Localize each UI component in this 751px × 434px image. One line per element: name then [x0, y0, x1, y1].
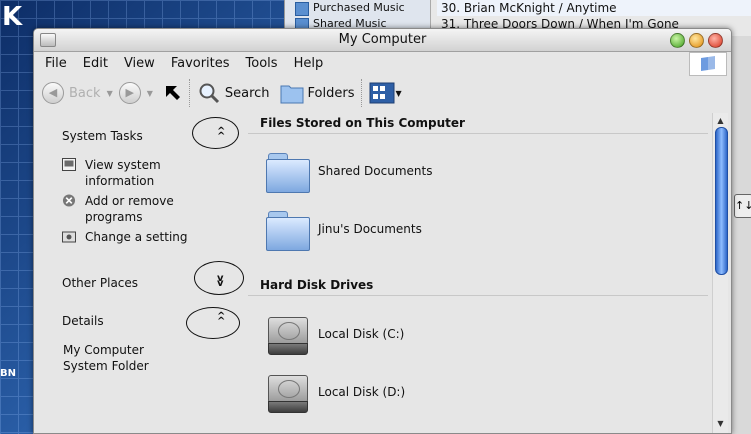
menu-favorites[interactable]: Favorites: [170, 56, 237, 71]
track-row[interactable]: 30. Brian McKnight / Anytime: [437, 0, 751, 16]
hard-disk-icon: [266, 371, 310, 413]
search-button[interactable]: Search: [197, 81, 270, 105]
disk-local-d[interactable]: Local Disk (D:): [266, 371, 405, 413]
toolbar: ◀ Back ▼ ▶ ▼ Search Folders ▼: [34, 74, 731, 112]
up-folder-button[interactable]: [163, 83, 183, 103]
details-name: My Computer: [63, 343, 144, 357]
scroll-thumb[interactable]: [715, 127, 728, 275]
desktop-corner-glyph: K: [2, 2, 23, 32]
folder-shared-documents[interactable]: Shared Documents: [266, 151, 432, 193]
forward-button[interactable]: ▶: [118, 82, 141, 104]
details-header[interactable]: Details: [62, 314, 104, 328]
vertical-scrollbar[interactable]: ▲ ▼: [712, 113, 728, 433]
back-arrow-icon: ◀: [42, 82, 64, 104]
control-panel-icon: [62, 231, 76, 243]
system-info-icon: [62, 158, 76, 171]
menu-file[interactable]: File: [44, 56, 74, 71]
disks-group-header: Hard Disk Drives: [260, 278, 374, 292]
up-arrow-icon: [165, 86, 180, 100]
views-dropdown-icon: ▼: [395, 88, 402, 98]
close-button[interactable]: [708, 33, 723, 48]
folders-button[interactable]: Folders: [280, 82, 355, 104]
hard-disk-icon: [266, 313, 310, 355]
forward-dropdown-icon[interactable]: ▼: [147, 89, 153, 98]
source-item-purchased[interactable]: Purchased Music: [285, 0, 430, 16]
windows-logo-icon: [689, 52, 727, 76]
hand-drawn-circle: [192, 117, 239, 149]
back-dropdown-icon[interactable]: ▼: [107, 89, 113, 98]
content-area: System Tasks ^ ^ View system information …: [34, 113, 731, 433]
task-add-remove-programs[interactable]: Add or remove programs: [62, 193, 225, 225]
scroll-down-icon[interactable]: ▼: [715, 418, 726, 429]
menu-help[interactable]: Help: [293, 56, 331, 71]
hand-drawn-circle: [194, 261, 244, 295]
folder-icon: [280, 85, 304, 104]
task-pane: System Tasks ^ ^ View system information …: [34, 113, 248, 433]
back-button[interactable]: ◀ Back: [42, 82, 101, 104]
background-sort-button[interactable]: ↑↓: [734, 194, 751, 218]
add-remove-icon: [62, 194, 76, 207]
task-view-system-info[interactable]: View system information: [62, 157, 225, 189]
menu-edit[interactable]: Edit: [82, 56, 115, 71]
task-change-setting[interactable]: Change a setting: [62, 229, 225, 245]
system-tasks-header[interactable]: System Tasks: [62, 129, 143, 143]
music-folder-icon: [295, 2, 309, 16]
views-button[interactable]: ▼: [369, 82, 402, 104]
file-view: Files Stored on This Computer Shared Doc…: [248, 113, 712, 433]
window-title: My Computer: [338, 32, 427, 47]
background-app-edge: [730, 36, 751, 434]
group-divider: [248, 295, 708, 296]
minimize-button[interactable]: [689, 33, 704, 48]
menu-view[interactable]: View: [123, 56, 162, 71]
toolbar-separator: [360, 79, 363, 107]
my-computer-window: My Computer File Edit View Favorites Too…: [33, 28, 732, 434]
group-divider: [248, 133, 708, 134]
toolbar-separator: [188, 79, 191, 107]
search-icon: [199, 83, 219, 104]
hand-drawn-circle: [186, 307, 240, 339]
view-mode-icon: [369, 82, 394, 104]
maximize-button[interactable]: [670, 33, 685, 48]
menu-tools[interactable]: Tools: [245, 56, 285, 71]
desktop-footer-text: BN: [0, 368, 16, 379]
details-type: System Folder: [63, 359, 149, 373]
scroll-up-icon[interactable]: ▲: [715, 115, 726, 126]
window-controls: [670, 33, 723, 48]
files-group-header: Files Stored on This Computer: [260, 116, 465, 130]
menu-bar: File Edit View Favorites Tools Help: [34, 52, 731, 76]
folder-icon: [266, 151, 310, 193]
folder-icon: [266, 209, 310, 251]
other-places-header[interactable]: Other Places: [62, 276, 138, 290]
forward-arrow-icon: ▶: [118, 82, 141, 104]
title-bar[interactable]: My Computer: [34, 29, 731, 52]
disk-local-c[interactable]: Local Disk (C:): [266, 313, 404, 355]
folder-jinus-documents[interactable]: Jinu's Documents: [266, 209, 422, 251]
